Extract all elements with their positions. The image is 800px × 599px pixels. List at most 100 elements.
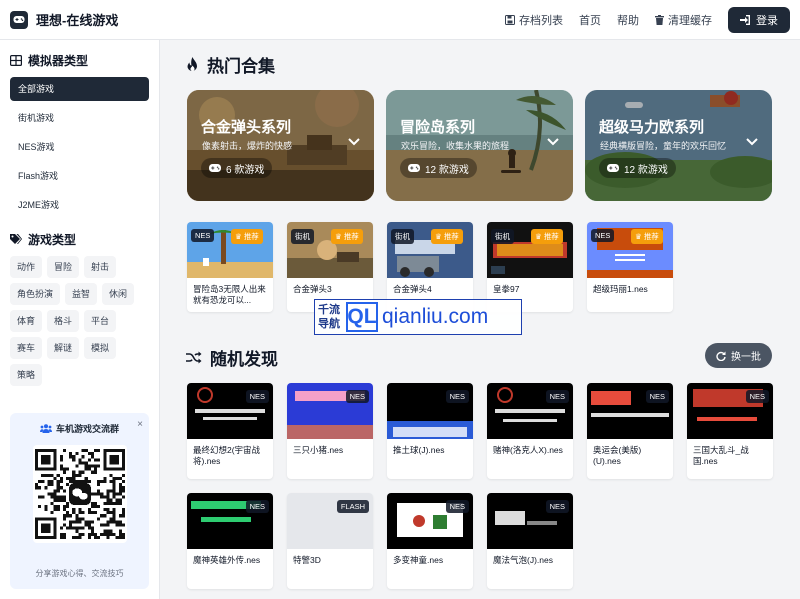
system-badge: NES: [545, 390, 569, 403]
system-badge: NES: [245, 500, 269, 513]
genre-tag[interactable]: 射击: [84, 256, 117, 278]
trash-icon: [655, 15, 664, 25]
refresh-button[interactable]: 换一批: [705, 343, 772, 368]
game-card[interactable]: NES 三只小猪.nes: [287, 383, 373, 479]
hot-section-heading: 热门合集: [186, 52, 275, 77]
top-nav: 存档列表 首页 帮助 清理缓存 登录: [505, 0, 800, 40]
recommend-badge: ♛ 推荐: [431, 229, 463, 244]
chevron-down-icon[interactable]: [348, 138, 360, 146]
nav-clear-cache-label: 清理缓存: [668, 15, 712, 27]
hot-heading-label: 热门合集: [207, 57, 275, 76]
game-thumbnail: NES: [187, 383, 273, 439]
genre-tag[interactable]: 角色扮演: [10, 283, 61, 305]
game-name: 魔法气泡(J).nes: [493, 555, 553, 565]
game-card[interactable]: NES 最终幻想2(宇宙战将).nes: [187, 383, 273, 479]
chevron-down-icon[interactable]: [547, 138, 559, 146]
system-badge: NES: [745, 390, 769, 403]
game-name: 冒险岛3无限人出来就有恐龙可以...: [193, 284, 266, 305]
game-card[interactable]: NES ♛ 推荐 超级玛丽1.nes: [587, 222, 673, 312]
game-thumbnail: NES: [387, 383, 473, 439]
collection-title: 合金弹头系列: [201, 119, 292, 136]
game-card[interactable]: NES ♛ 推荐 冒险岛3无限人出来就有恐龙可以...: [187, 222, 273, 312]
gamepad-icon: [607, 164, 619, 172]
emulator-item-flash[interactable]: Flash游戏: [10, 164, 149, 188]
gamepad-icon: [209, 164, 221, 172]
qianliu-watermark-logo: 千流导航 QL qianliu.com: [314, 299, 522, 335]
game-name: 特警3D: [293, 555, 321, 565]
collection-title: 冒险岛系列: [400, 119, 476, 136]
genre-heading-label: 游戏类型: [28, 233, 77, 247]
qr-title-label: 车机游戏交流群: [56, 424, 120, 434]
game-name: 奥运会(美版)(U).nes: [593, 445, 642, 466]
recommend-badge: ♛ 推荐: [531, 229, 563, 244]
system-badge: NES: [445, 390, 469, 403]
game-card[interactable]: NES 魔神英雄外传.nes: [187, 493, 273, 589]
game-thumbnail: NES: [487, 383, 573, 439]
genre-tag[interactable]: 模拟: [84, 337, 117, 359]
recommend-label: 推荐: [443, 232, 459, 241]
game-card[interactable]: NES 魔法气泡(J).nes: [487, 493, 573, 589]
game-thumbnail: NES: [187, 493, 273, 549]
genre-tag[interactable]: 益智: [65, 283, 98, 305]
nav-help[interactable]: 帮助: [617, 12, 639, 28]
emulator-item-all[interactable]: 全部游戏: [10, 77, 149, 101]
game-name: 赌神(洛克人X).nes: [493, 445, 563, 455]
genre-tag[interactable]: 休闲: [102, 283, 135, 305]
system-badge: 街机: [391, 229, 414, 244]
game-card[interactable]: NES 奥运会(美版)(U).nes: [587, 383, 673, 479]
collection-card-adventure-island[interactable]: 冒险岛系列 欢乐冒险，收集水果的旅程 12 款游戏: [386, 90, 573, 201]
collection-subtitle: 经典横版冒险，童年的欢乐回忆: [600, 141, 727, 151]
game-card[interactable]: NES 多变神童.nes: [387, 493, 473, 589]
game-name: 合金弹头4: [393, 284, 432, 294]
system-badge: 街机: [491, 229, 514, 244]
game-card[interactable]: NES 赌神(洛克人X).nes: [487, 383, 573, 479]
gamepad-icon[interactable]: [10, 10, 28, 29]
collection-card-super-mario[interactable]: 超级马力欧系列 经典横版冒险，童年的欢乐回忆 12 款游戏: [585, 90, 772, 201]
site-title[interactable]: 理想-在线游戏: [36, 10, 118, 29]
emulator-item-arcade[interactable]: 街机游戏: [10, 106, 149, 130]
genre-tag[interactable]: 动作: [10, 256, 43, 278]
tags-icon: [10, 234, 22, 244]
game-name: 超级玛丽1.nes: [593, 284, 648, 294]
genre-tag[interactable]: 策略: [10, 364, 43, 386]
emulator-heading: 模拟器类型: [0, 40, 159, 77]
nav-saves[interactable]: 存档列表: [505, 12, 563, 28]
emulator-item-j2me[interactable]: J2ME游戏: [10, 193, 149, 217]
grid-icon: [10, 55, 22, 66]
emulator-heading-label: 模拟器类型: [28, 54, 89, 68]
game-name: 三国大乱斗_战国.nes: [693, 445, 749, 466]
chevron-down-icon[interactable]: [746, 138, 758, 146]
community-qr-card: 车机游戏交流群 × 分享游戏心得、交流技巧: [10, 413, 149, 589]
refresh-label: 换一批: [731, 352, 761, 363]
nav-saves-label: 存档列表: [519, 15, 563, 27]
game-card[interactable]: FLASH 特警3D: [287, 493, 373, 589]
login-button[interactable]: 登录: [728, 7, 790, 33]
genre-tag[interactable]: 冒险: [47, 256, 80, 278]
users-icon: [40, 424, 52, 433]
qr-title: 车机游戏交流群: [40, 422, 119, 435]
game-name: 推土球(J).nes: [393, 445, 445, 455]
game-name: 皇拳97: [493, 284, 520, 294]
login-icon: [740, 15, 750, 25]
game-card[interactable]: NES 推土球(J).nes: [387, 383, 473, 479]
game-card[interactable]: NES 三国大乱斗_战国.nes: [687, 383, 773, 479]
shuffle-icon: [186, 351, 202, 364]
nav-home[interactable]: 首页: [579, 12, 601, 28]
qr-code-image: [33, 445, 127, 543]
genre-tag[interactable]: 解谜: [47, 337, 80, 359]
qr-subtitle: 分享游戏心得、交流技巧: [35, 569, 124, 578]
emulator-item-nes[interactable]: NES游戏: [10, 135, 149, 159]
collection-card-metal-slug[interactable]: 合金弹头系列 像素射击，爆炸的快感 6 款游戏: [187, 90, 374, 201]
game-name: 合金弹头3: [293, 284, 332, 294]
recommend-label: 推荐: [543, 232, 559, 241]
nav-clear-cache[interactable]: 清理缓存: [655, 12, 712, 28]
system-badge: NES: [345, 390, 369, 403]
genre-tag[interactable]: 赛车: [10, 337, 43, 359]
genre-tag[interactable]: 体育: [10, 310, 43, 332]
genre-tag[interactable]: 平台: [84, 310, 117, 332]
collection-count-badge: 12 款游戏: [599, 158, 676, 178]
genre-tag[interactable]: 格斗: [47, 310, 80, 332]
collection-count-badge: 12 款游戏: [400, 158, 477, 178]
close-icon[interactable]: ×: [137, 419, 143, 430]
collection-count-badge: 6 款游戏: [201, 158, 273, 178]
